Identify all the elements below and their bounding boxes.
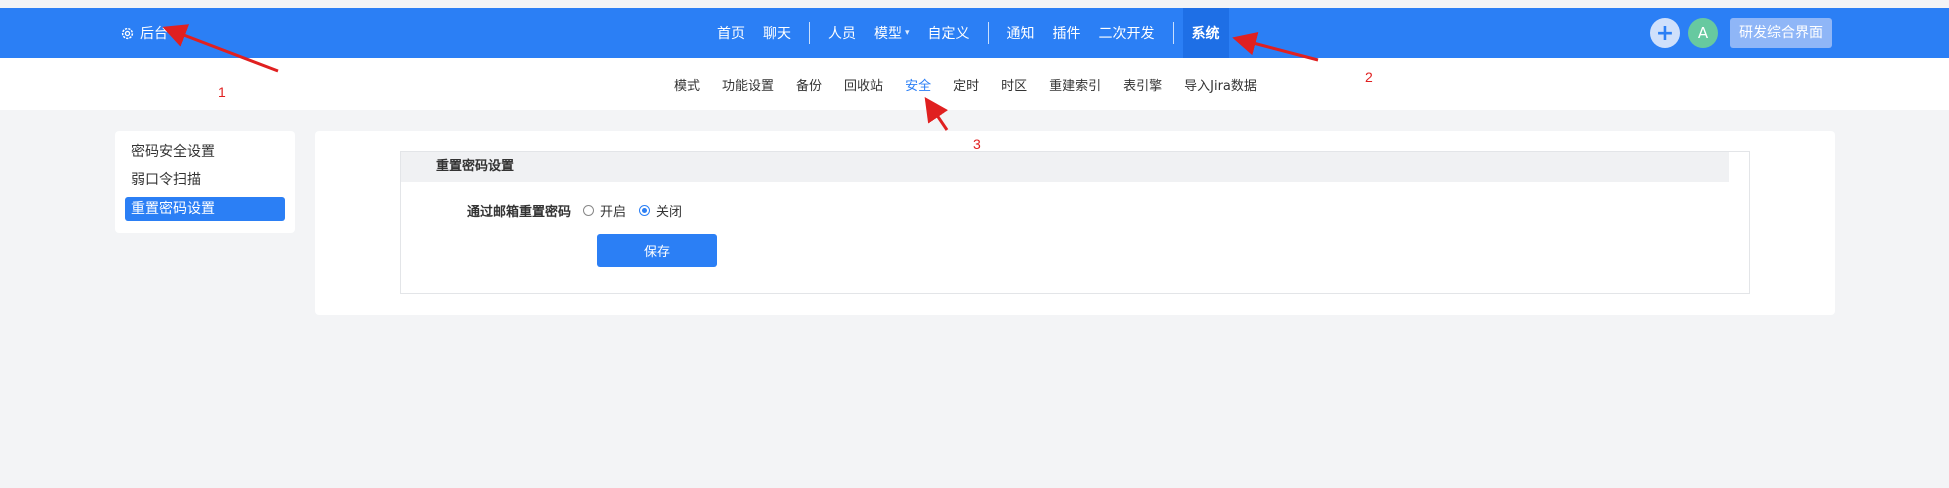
tab-backup[interactable]: 备份 <box>785 75 833 94</box>
annotation-number-1: 1 <box>218 84 226 100</box>
nav-item-notify[interactable]: 通知 <box>998 8 1044 58</box>
nav-item-dev[interactable]: 二次开发 <box>1090 8 1164 58</box>
radio-disable[interactable]: 关闭 <box>639 201 682 220</box>
tab-table-engine[interactable]: 表引擎 <box>1112 75 1173 94</box>
sidebar-item-password-security[interactable]: 密码安全设置 <box>125 140 285 164</box>
nav-item-system[interactable]: 系统 <box>1182 8 1229 58</box>
nav-item-chat[interactable]: 聊天 <box>754 8 800 58</box>
nav-item-people[interactable]: 人员 <box>819 8 865 58</box>
email-reset-label: 通过邮箱重置密码 <box>466 204 571 220</box>
radio-enable[interactable]: 开启 <box>583 201 626 220</box>
tab-mode[interactable]: 模式 <box>663 75 711 94</box>
radio-circle <box>583 204 594 216</box>
backend-label: 后台 <box>140 26 168 42</box>
sub-navigation-bar: 模式 功能设置 备份 回收站 安全 定时 时区 重建索引 表引擎 导入Jira数… <box>0 58 1949 110</box>
top-navigation-bar: 后台 首页 聊天 人员 模型 ▾ 自定义 通知 插件 二次开发 系统 + A 研… <box>0 8 1949 58</box>
main-content: 重置密码设置 通过邮箱重置密码 开启 关闭 保存 <box>315 131 1835 315</box>
sidebar-item-reset-password[interactable]: 重置密码设置 <box>125 197 285 221</box>
save-button[interactable]: 保存 <box>597 234 717 267</box>
plus-icon[interactable]: + <box>1650 18 1680 48</box>
avatar[interactable]: A <box>1688 18 1718 48</box>
tab-recycle-bin[interactable]: 回收站 <box>833 75 894 94</box>
sidebar-item-weak-password-scan[interactable]: 弱口令扫描 <box>125 168 285 192</box>
tab-schedule[interactable]: 定时 <box>942 75 990 94</box>
annotation-number-2: 2 <box>1365 69 1373 85</box>
panel-title: 重置密码设置 <box>401 152 1729 182</box>
nav-item-plugins[interactable]: 插件 <box>1044 8 1090 58</box>
backend-link[interactable]: 后台 <box>120 8 168 58</box>
tab-security[interactable]: 安全 <box>894 75 942 94</box>
nav-divider <box>1172 22 1174 44</box>
tab-features[interactable]: 功能设置 <box>711 75 785 94</box>
gear-icon <box>121 27 134 39</box>
portal-button[interactable]: 研发综合界面 <box>1730 18 1832 48</box>
radio-enable-label: 开启 <box>600 204 627 220</box>
nav-item-custom[interactable]: 自定义 <box>919 8 979 58</box>
header-tools: + A 研发综合界面 <box>1650 8 1832 58</box>
security-sidebar: 密码安全设置 弱口令扫描 重置密码设置 <box>115 131 295 233</box>
nav-item-model-label: 模型 <box>874 26 902 42</box>
main-nav: 首页 聊天 人员 模型 ▾ 自定义 通知 插件 二次开发 系统 <box>708 8 1229 58</box>
tab-import-jira[interactable]: 导入Jira数据 <box>1173 75 1268 94</box>
radio-circle-checked <box>639 204 651 216</box>
nav-divider <box>987 22 989 44</box>
sub-tabs: 模式 功能设置 备份 回收站 安全 定时 时区 重建索引 表引擎 导入Jira数… <box>663 58 1268 110</box>
radio-disable-label: 关闭 <box>656 204 683 220</box>
tab-timezone[interactable]: 时区 <box>990 75 1038 94</box>
chevron-down-icon: ▾ <box>905 28 910 38</box>
nav-divider <box>809 22 810 44</box>
tab-rebuild-index[interactable]: 重建索引 <box>1038 75 1112 94</box>
nav-item-model[interactable]: 模型 ▾ <box>865 8 919 58</box>
annotation-number-3: 3 <box>973 136 981 152</box>
nav-item-home[interactable]: 首页 <box>708 8 754 58</box>
email-reset-row: 通过邮箱重置密码 开启 关闭 <box>401 198 695 222</box>
settings-panel: 重置密码设置 通过邮箱重置密码 开启 关闭 保存 <box>400 151 1750 294</box>
